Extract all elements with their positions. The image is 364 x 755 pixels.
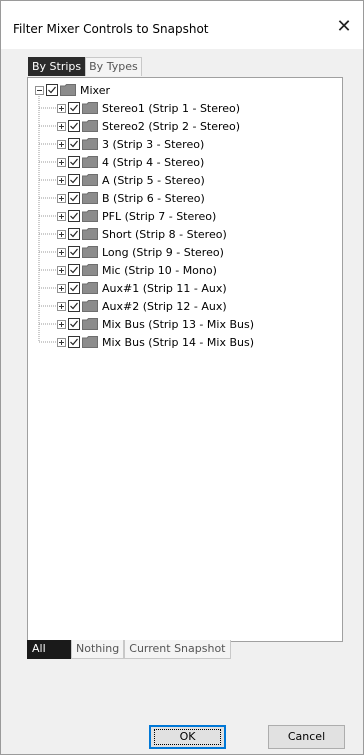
- folder-icon: [82, 282, 98, 294]
- checkbox-checked-icon[interactable]: [68, 228, 80, 240]
- close-icon[interactable]: ✕: [333, 16, 355, 38]
- checkbox-checked-icon[interactable]: [68, 264, 80, 276]
- expand-icon[interactable]: [57, 211, 66, 221]
- checkbox-checked-icon[interactable]: [68, 138, 80, 150]
- folder-icon: [82, 228, 98, 240]
- tree-item-label: Long (Strip 9 - Stereo): [102, 245, 224, 259]
- tab-current-snapshot[interactable]: Current Snapshot: [124, 640, 231, 659]
- tree-item-strip[interactable]: Aux#1 (Strip 11 - Aux): [57, 280, 227, 296]
- expand-icon[interactable]: [57, 193, 66, 203]
- title-bar[interactable]: Filter Mixer Controls to Snapshot ✕: [1, 1, 363, 49]
- tree-item-label: Mic (Strip 10 - Mono): [102, 263, 217, 277]
- checkbox-checked-icon[interactable]: [68, 174, 80, 186]
- tree-item-strip[interactable]: Mix Bus (Strip 13 - Mix Bus): [57, 316, 254, 332]
- tree-item-label: Stereo1 (Strip 1 - Stereo): [102, 101, 241, 115]
- checkbox-checked-icon[interactable]: [68, 192, 80, 204]
- ok-button[interactable]: OK: [149, 725, 226, 749]
- folder-icon: [82, 156, 98, 168]
- tree-root-label: Mixer: [80, 83, 111, 97]
- expand-icon[interactable]: [57, 103, 66, 113]
- dialog-window: Filter Mixer Controls to Snapshot ✕ By S…: [0, 0, 364, 755]
- expand-icon[interactable]: [57, 229, 66, 239]
- checkbox-checked-icon[interactable]: [68, 246, 80, 258]
- checkbox-checked-icon[interactable]: [68, 336, 80, 348]
- tree-item-strip[interactable]: Mix Bus (Strip 14 - Mix Bus): [57, 334, 254, 350]
- folder-icon: [82, 102, 98, 114]
- cancel-button-label: Cancel: [287, 730, 326, 743]
- tree-item-strip[interactable]: Stereo1 (Strip 1 - Stereo): [57, 100, 240, 116]
- expand-icon[interactable]: [57, 301, 66, 311]
- tree-item-label: Aux#1 (Strip 11 - Aux): [102, 281, 227, 295]
- tab-by-strips[interactable]: By Strips: [28, 57, 86, 76]
- checkbox-checked-icon[interactable]: [68, 156, 80, 168]
- tree-item-strip[interactable]: PFL (Strip 7 - Stereo): [57, 208, 216, 224]
- tab-by-types[interactable]: By Types: [85, 57, 142, 76]
- checkbox-checked-icon[interactable]: [68, 102, 80, 114]
- folder-icon: [82, 174, 98, 186]
- tab-nothing[interactable]: Nothing: [71, 640, 125, 659]
- tree-item-strip[interactable]: B (Strip 6 - Stereo): [57, 190, 205, 206]
- checkbox-checked-icon[interactable]: [68, 120, 80, 132]
- checkbox-checked-icon[interactable]: [68, 300, 80, 312]
- tree-item-strip[interactable]: A (Strip 5 - Stereo): [57, 172, 205, 188]
- tree-item-strip[interactable]: 3 (Strip 3 - Stereo): [57, 136, 204, 152]
- focus-rectangle: [154, 729, 221, 745]
- dialog-title: Filter Mixer Controls to Snapshot: [13, 22, 209, 36]
- expand-icon[interactable]: [57, 283, 66, 293]
- cancel-button[interactable]: Cancel: [268, 725, 345, 749]
- checkbox-checked-icon[interactable]: [68, 318, 80, 330]
- tree-item-label: 4 (Strip 4 - Stereo): [102, 155, 205, 169]
- expand-icon[interactable]: [57, 175, 66, 185]
- strip-tree-view[interactable]: Mixer Stereo1 (Strip 1 - Stereo) Stereo2 …: [27, 77, 343, 642]
- tree-item-strip[interactable]: Long (Strip 9 - Stereo): [57, 244, 224, 260]
- bottom-tab-strip: All Nothing Current Snapshot: [27, 640, 231, 660]
- tree-root-mixer[interactable]: Mixer: [35, 82, 110, 98]
- folder-icon: [82, 210, 98, 222]
- checkbox-checked-icon[interactable]: [68, 210, 80, 222]
- tree-item-label: A (Strip 5 - Stereo): [102, 173, 205, 187]
- tree-item-strip[interactable]: Short (Strip 8 - Stereo): [57, 226, 227, 242]
- tree-item-strip[interactable]: Mic (Strip 10 - Mono): [57, 262, 217, 278]
- tree-item-label: Short (Strip 8 - Stereo): [102, 227, 227, 241]
- expand-icon[interactable]: [57, 337, 66, 347]
- tree-item-strip[interactable]: Aux#2 (Strip 12 - Aux): [57, 298, 227, 314]
- tree-item-label: Mix Bus (Strip 13 - Mix Bus): [102, 317, 254, 331]
- checkbox-checked-icon[interactable]: [46, 84, 58, 96]
- expand-icon[interactable]: [57, 319, 66, 329]
- tree-item-label: 3 (Strip 3 - Stereo): [102, 137, 205, 151]
- checkbox-checked-icon[interactable]: [68, 282, 80, 294]
- folder-icon: [82, 300, 98, 312]
- folder-icon: [82, 138, 98, 150]
- tree-item-label: Aux#2 (Strip 12 - Aux): [102, 299, 227, 313]
- top-tab-strip: By Strips By Types: [28, 57, 142, 77]
- collapse-icon[interactable]: [35, 85, 44, 95]
- folder-icon: [82, 120, 98, 132]
- tree-item-label: Mix Bus (Strip 14 - Mix Bus): [102, 335, 254, 349]
- tree-item-label: B (Strip 6 - Stereo): [102, 191, 205, 205]
- expand-icon[interactable]: [57, 139, 66, 149]
- tree-item-strip[interactable]: 4 (Strip 4 - Stereo): [57, 154, 204, 170]
- folder-icon: [82, 246, 98, 258]
- folder-icon: [60, 84, 76, 96]
- expand-icon[interactable]: [57, 247, 66, 257]
- folder-icon: [82, 318, 98, 330]
- expand-icon[interactable]: [57, 121, 66, 131]
- folder-icon: [82, 264, 98, 276]
- tree-item-strip[interactable]: Stereo2 (Strip 2 - Stereo): [57, 118, 240, 134]
- folder-icon: [82, 336, 98, 348]
- tree-item-label: PFL (Strip 7 - Stereo): [102, 209, 217, 223]
- folder-icon: [82, 192, 98, 204]
- expand-icon[interactable]: [57, 265, 66, 275]
- expand-icon[interactable]: [57, 157, 66, 167]
- tab-all[interactable]: All: [27, 640, 71, 659]
- tree-item-label: Stereo2 (Strip 2 - Stereo): [102, 119, 241, 133]
